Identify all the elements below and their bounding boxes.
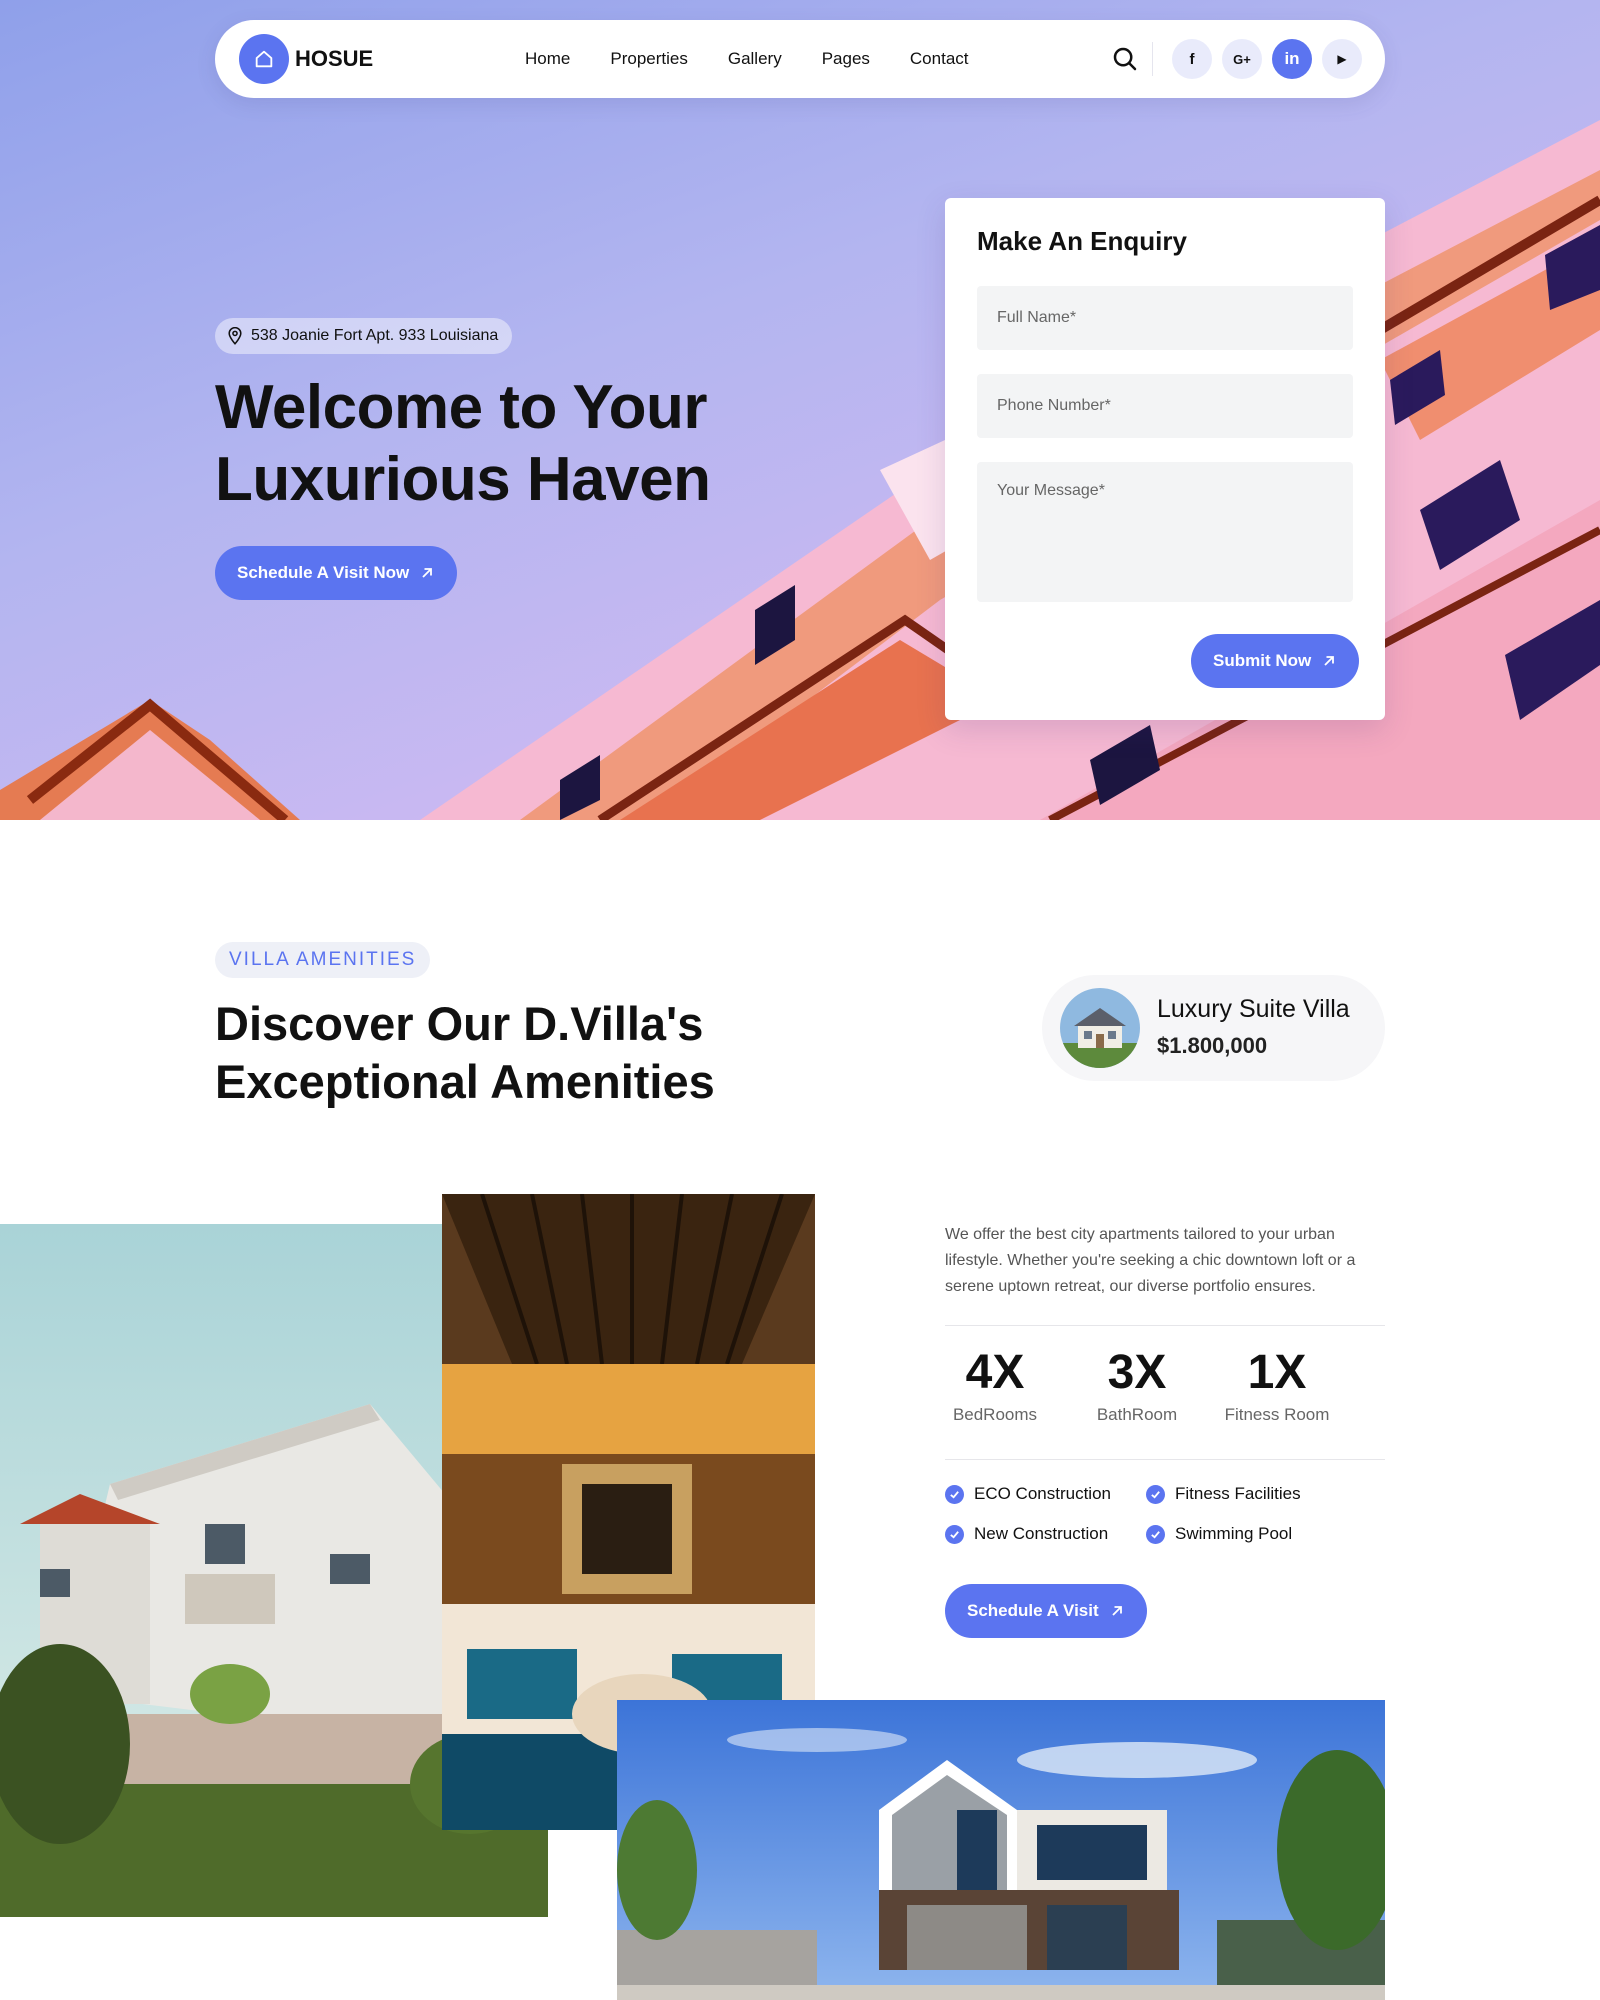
- nav-home-link[interactable]: Home: [505, 20, 590, 98]
- arrow-up-right-icon: [1112, 1606, 1122, 1616]
- address-badge: 538 Joanie Fort Apt. 933 Louisiana: [215, 318, 513, 354]
- check-circle-icon: [945, 1484, 964, 1504]
- feature-label: Swimming Pool: [1175, 1524, 1293, 1543]
- villa-thumbnail: [1060, 988, 1140, 1068]
- linkedin-icon[interactable]: in: [1272, 39, 1312, 79]
- hero-section: HOSUE Home Properties Gallery Pages Cont…: [0, 0, 1600, 820]
- arrow-up-right-icon: [422, 568, 433, 578]
- google-plus-icon[interactable]: G+: [1222, 39, 1262, 79]
- feature-item: New Construction: [945, 1524, 1108, 1544]
- nav-properties-link[interactable]: Properties: [590, 20, 707, 98]
- enquiry-title: Make An Enquiry: [977, 226, 1187, 256]
- stat-bedrooms: 4X BedRooms: [945, 1345, 1045, 1425]
- stat-bathroom-value: 3X: [1107, 1346, 1167, 1399]
- feature-item: Fitness Facilities: [1146, 1484, 1301, 1504]
- stat-fitness: 1X Fitness Room: [1221, 1345, 1333, 1425]
- feature-item: ECO Construction: [945, 1484, 1111, 1504]
- top-navbar: HOSUE Home Properties Gallery Pages Cont…: [215, 20, 1385, 98]
- hero-title: Welcome to Your Luxurious Haven: [215, 373, 711, 514]
- schedule-visit-now-label: Schedule A Visit Now: [237, 563, 410, 582]
- phone-number-field[interactable]: [977, 374, 1353, 438]
- schedule-visit-now-button[interactable]: Schedule A Visit Now: [215, 546, 458, 600]
- location-pin-icon: [228, 327, 242, 345]
- facebook-icon[interactable]: f: [1172, 39, 1212, 79]
- divider-bottom: [945, 1459, 1385, 1460]
- villa-name: Luxury Suite Villa: [1157, 995, 1350, 1023]
- modern-house-photo: [617, 1700, 1385, 2000]
- enquiry-form: Make An Enquiry Submit Now: [945, 198, 1385, 720]
- submit-now-button[interactable]: Submit Now: [1191, 634, 1360, 688]
- feature-label: ECO Construction: [974, 1484, 1111, 1503]
- feature-item: Swimming Pool: [1146, 1524, 1292, 1544]
- message-field[interactable]: [977, 462, 1353, 602]
- nav-pages-link[interactable]: Pages: [802, 20, 890, 98]
- stat-bathroom-label: BathRoom: [1096, 1405, 1178, 1424]
- section-title: Discover Our D.Villa's Exceptional Ameni…: [215, 997, 715, 1108]
- home-logo-icon[interactable]: [239, 34, 289, 84]
- feature-label: New Construction: [974, 1524, 1109, 1543]
- villa-price: $1.800,000: [1157, 1033, 1268, 1058]
- submit-now-label: Submit Now: [1213, 651, 1312, 670]
- amenities-description: We offer the best city apartments tailor…: [945, 1226, 1356, 1295]
- search-icon[interactable]: [1110, 44, 1140, 74]
- check-circle-icon: [945, 1524, 964, 1544]
- villa-price-card[interactable]: Luxury Suite Villa $1.800,000: [1042, 975, 1385, 1081]
- section-tag: VILLA AMENITIES: [215, 942, 431, 978]
- feature-label: Fitness Facilities: [1175, 1484, 1301, 1503]
- stat-fitness-value: 1X: [1247, 1346, 1307, 1399]
- address-text: 538 Joanie Fort Apt. 933 Louisiana: [251, 327, 499, 344]
- stat-bathroom: 3X BathRoom: [1087, 1345, 1187, 1425]
- nav-gallery-link[interactable]: Gallery: [708, 20, 802, 98]
- main-menu: Home Properties Gallery Pages Contact: [505, 20, 989, 98]
- youtube-icon[interactable]: ▶: [1322, 39, 1362, 79]
- arrow-up-right-icon: [1324, 656, 1335, 666]
- schedule-visit-label: Schedule A Visit: [967, 1601, 1099, 1620]
- check-circle-icon: [1146, 1524, 1165, 1544]
- nav-divider: [1152, 42, 1153, 76]
- stat-bedrooms-label: BedRooms: [952, 1405, 1038, 1424]
- nav-contact-link[interactable]: Contact: [890, 20, 989, 98]
- full-name-field[interactable]: [977, 286, 1353, 350]
- stat-bedrooms-value: 4X: [965, 1346, 1025, 1399]
- check-circle-icon: [1146, 1484, 1165, 1504]
- schedule-visit-button[interactable]: Schedule A Visit: [945, 1584, 1147, 1638]
- brand-name[interactable]: HOSUE: [295, 20, 373, 98]
- divider-top: [945, 1325, 1385, 1326]
- stat-fitness-label: Fitness Room: [1224, 1405, 1330, 1424]
